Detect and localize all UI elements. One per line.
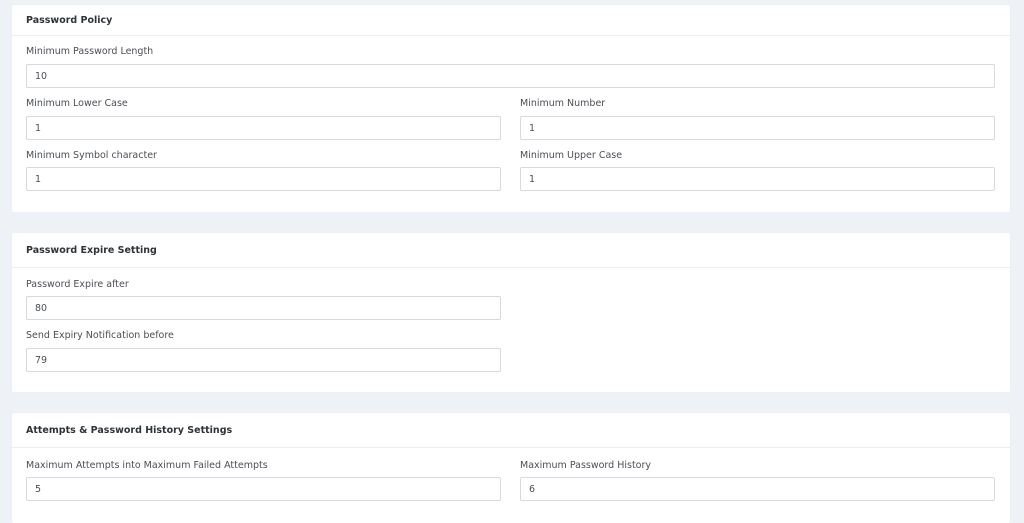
min-lower-case-input[interactable]	[26, 116, 501, 140]
min-upper-case-label: Minimum Upper Case	[520, 150, 623, 161]
min-number-input[interactable]	[520, 116, 995, 140]
min-password-length-label: Minimum Password Length	[26, 46, 154, 57]
min-lower-case-label: Minimum Lower Case	[26, 98, 128, 109]
password-expire-card: Password Expire Setting Password Expire …	[12, 233, 1010, 392]
min-number-label: Minimum Number	[520, 98, 606, 109]
max-password-history-label: Maximum Password History	[520, 460, 652, 471]
min-password-length-input[interactable]	[26, 64, 995, 88]
expiry-notification-input[interactable]	[26, 348, 501, 372]
password-expire-after-label: Password Expire after	[26, 279, 129, 290]
min-symbol-input[interactable]	[26, 167, 501, 191]
password-policy-card: Password Policy Minimum Password Length …	[12, 5, 1010, 212]
attempts-history-title: Attempts & Password History Settings	[12, 413, 1010, 448]
password-expire-title: Password Expire Setting	[12, 233, 1010, 268]
min-upper-case-input[interactable]	[520, 167, 995, 191]
password-expire-after-input[interactable]	[26, 296, 501, 320]
max-attempts-label: Maximum Attempts into Maximum Failed Att…	[26, 460, 268, 471]
max-password-history-input[interactable]	[520, 477, 995, 501]
attempts-history-card: Attempts & Password History Settings Max…	[12, 413, 1010, 523]
max-attempts-input[interactable]	[26, 477, 501, 501]
min-symbol-label: Minimum Symbol character	[26, 150, 157, 161]
expiry-notification-label: Send Expiry Notification before	[26, 330, 174, 341]
password-policy-title: Password Policy	[12, 5, 1010, 36]
